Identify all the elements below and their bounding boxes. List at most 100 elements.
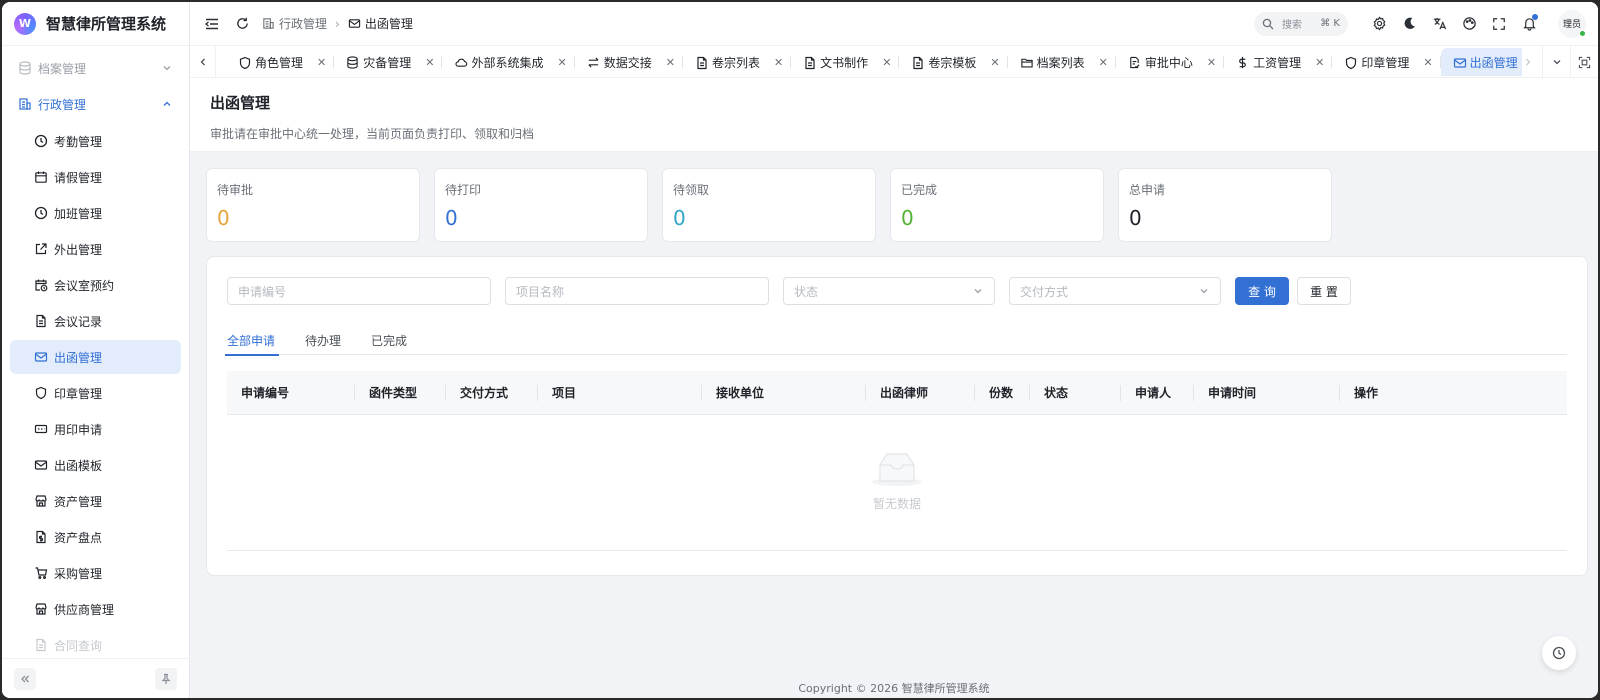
status-tab-3[interactable]: 已完成 xyxy=(371,325,407,355)
document-dollar-icon xyxy=(34,530,48,544)
sidebar-item-3[interactable]: 加班管理 xyxy=(10,196,181,230)
column-header[interactable]: 函件类型 xyxy=(355,371,446,415)
sidebar-item-13[interactable]: 采购管理 xyxy=(10,556,181,590)
sidebar-item-2[interactable]: 请假管理 xyxy=(10,160,181,194)
delivery-method-select[interactable]: 交付方式 xyxy=(1009,277,1221,305)
close-icon[interactable]: ✕ xyxy=(425,56,434,69)
settings-button[interactable] xyxy=(1369,14,1389,34)
status-select[interactable]: 状态 xyxy=(783,277,995,305)
sidebar-item-6[interactable]: 会议记录 xyxy=(10,304,181,338)
sidebar-item-5[interactable]: 会议室预约 xyxy=(10,268,181,302)
close-icon[interactable]: ✕ xyxy=(1315,56,1324,69)
status-tab-1[interactable]: 全部申请 xyxy=(224,325,280,356)
double-chevron-left-icon xyxy=(21,675,29,682)
stat-label: 待领取 xyxy=(673,183,710,197)
sidebar-item-label: 会议室预约 xyxy=(54,278,115,293)
search-button[interactable]: 查 询 xyxy=(1235,277,1289,305)
tabs: 角色管理 ✕ 灾备管理 ✕ 外部系统集成 ✕ 数据交接 ✕ 卷宗列表 ✕ 文书制作 ✕ 卷宗模板 ✕ 档案列… xyxy=(226,46,1522,78)
application-no-input[interactable]: 申请编号 xyxy=(227,277,491,305)
breadcrumb-item[interactable]: 行政管理 xyxy=(279,15,327,32)
tab-1[interactable]: 角色管理 ✕ xyxy=(226,48,335,76)
tab-11[interactable]: 印章管理 ✕ xyxy=(1332,48,1441,76)
chevron-down-icon xyxy=(1553,60,1560,65)
tabs-scroll-left-button[interactable] xyxy=(190,46,216,78)
column-header[interactable]: 申请编号 xyxy=(227,371,355,415)
refresh-button[interactable] xyxy=(232,14,252,34)
color-theme-button[interactable] xyxy=(1459,14,1479,34)
column-header[interactable]: 份数 xyxy=(975,371,1030,415)
close-icon[interactable]: ✕ xyxy=(1207,56,1216,69)
close-icon[interactable]: ✕ xyxy=(882,56,891,69)
column-header[interactable]: 操作 xyxy=(1340,371,1500,415)
column-header[interactable]: 项目 xyxy=(538,371,702,415)
tabs-scroll-right-button[interactable] xyxy=(1514,46,1542,78)
tab-9[interactable]: 审批中心 ✕ xyxy=(1116,48,1225,76)
sidebar-item-9[interactable]: 用印申请 xyxy=(10,412,181,446)
tab-10[interactable]: 工资管理 ✕ xyxy=(1224,48,1333,76)
tabs-more-button[interactable] xyxy=(1542,46,1570,78)
sidebar-item-label: 资产盘点 xyxy=(54,530,103,545)
tab-5[interactable]: 卷宗列表 ✕ xyxy=(683,48,792,76)
database-icon xyxy=(346,55,359,69)
project-name-input[interactable]: 项目名称 xyxy=(505,277,769,305)
theme-toggle-button[interactable] xyxy=(1399,14,1419,34)
close-icon[interactable]: ✕ xyxy=(1099,56,1108,69)
fullscreen-button[interactable] xyxy=(1489,14,1509,34)
sidebar-item-11[interactable]: 资产管理 xyxy=(10,484,181,518)
notifications-button[interactable] xyxy=(1519,13,1539,34)
close-icon[interactable]: ✕ xyxy=(1423,56,1432,69)
stat-card: 待打印 0 xyxy=(434,168,648,242)
sidebar-item-15[interactable]: 合同查询 xyxy=(10,628,181,662)
column-header[interactable]: 接收单位 xyxy=(702,371,866,415)
sidebar-item-label: 请假管理 xyxy=(54,170,103,185)
tab-label: 角色管理 xyxy=(255,55,304,70)
document-icon xyxy=(695,56,708,69)
sidebar-item-10[interactable]: 出函模板 xyxy=(10,448,181,482)
tab-3[interactable]: 外部系统集成 ✕ xyxy=(442,48,575,76)
sidebar-item-12[interactable]: 资产盘点 xyxy=(10,520,181,554)
collapse-sidebar-button[interactable] xyxy=(14,667,36,690)
clock-icon xyxy=(34,206,48,220)
close-icon[interactable]: ✕ xyxy=(666,56,675,69)
swap-icon xyxy=(587,56,600,69)
tab-maximize-button[interactable] xyxy=(1570,46,1598,78)
sidebar-item-8[interactable]: 印章管理 xyxy=(10,376,181,410)
close-icon[interactable]: ✕ xyxy=(557,56,566,69)
tab-6[interactable]: 文书制作 ✕ xyxy=(791,48,900,76)
empty-text: 暂无数据 xyxy=(872,497,921,511)
column-header[interactable]: 交付方式 xyxy=(446,371,538,415)
tab-12[interactable]: 出函管理✕ xyxy=(1440,48,1522,76)
tab-4[interactable]: 数据交接 ✕ xyxy=(575,48,684,76)
tab-label: 外部系统集成 xyxy=(471,55,544,70)
column-header[interactable]: 状态 xyxy=(1030,371,1121,415)
history-float-button[interactable] xyxy=(1542,636,1576,670)
palette-icon xyxy=(1462,17,1476,30)
header-actions: 搜索 ⌘ K 理员 xyxy=(1254,9,1586,38)
status-tab-2[interactable]: 待办理 xyxy=(305,325,341,355)
language-button[interactable] xyxy=(1429,14,1449,34)
sidebar-item-14[interactable]: 供应商管理 xyxy=(10,592,181,626)
brand[interactable]: W 智慧律所管理系统 xyxy=(2,2,189,46)
maximize-icon xyxy=(1578,56,1591,68)
pin-sidebar-button[interactable] xyxy=(155,667,177,690)
tab-8[interactable]: 档案列表 ✕ xyxy=(1008,48,1117,76)
sidebar-item-7[interactable]: 出函管理 xyxy=(10,340,181,374)
close-icon[interactable]: ✕ xyxy=(774,56,783,69)
sidebar-group-admin[interactable]: 行政管理 xyxy=(2,86,189,122)
sidebar-item-1[interactable]: 考勤管理 xyxy=(10,124,181,158)
column-header[interactable]: 申请人 xyxy=(1121,371,1194,415)
reset-button[interactable]: 重 置 xyxy=(1297,277,1351,305)
stat-value: 0 xyxy=(1129,206,1142,230)
tab-7[interactable]: 卷宗模板 ✕ xyxy=(899,48,1008,76)
close-icon[interactable]: ✕ xyxy=(317,56,326,69)
sidebar-item-4[interactable]: 外出管理 xyxy=(10,232,181,266)
user-avatar[interactable]: 理员 xyxy=(1558,9,1586,38)
menu-fold-icon xyxy=(204,18,218,29)
global-search[interactable]: 搜索 ⌘ K xyxy=(1254,11,1348,36)
close-icon[interactable]: ✕ xyxy=(990,56,999,69)
sidebar-group-archive[interactable]: 档案管理 xyxy=(2,50,189,86)
menu-toggle-button[interactable] xyxy=(202,14,222,34)
tab-2[interactable]: 灾备管理 ✕ xyxy=(334,48,443,76)
column-header[interactable]: 出函律师 xyxy=(866,371,975,415)
column-header[interactable]: 申请时间 xyxy=(1194,371,1340,415)
